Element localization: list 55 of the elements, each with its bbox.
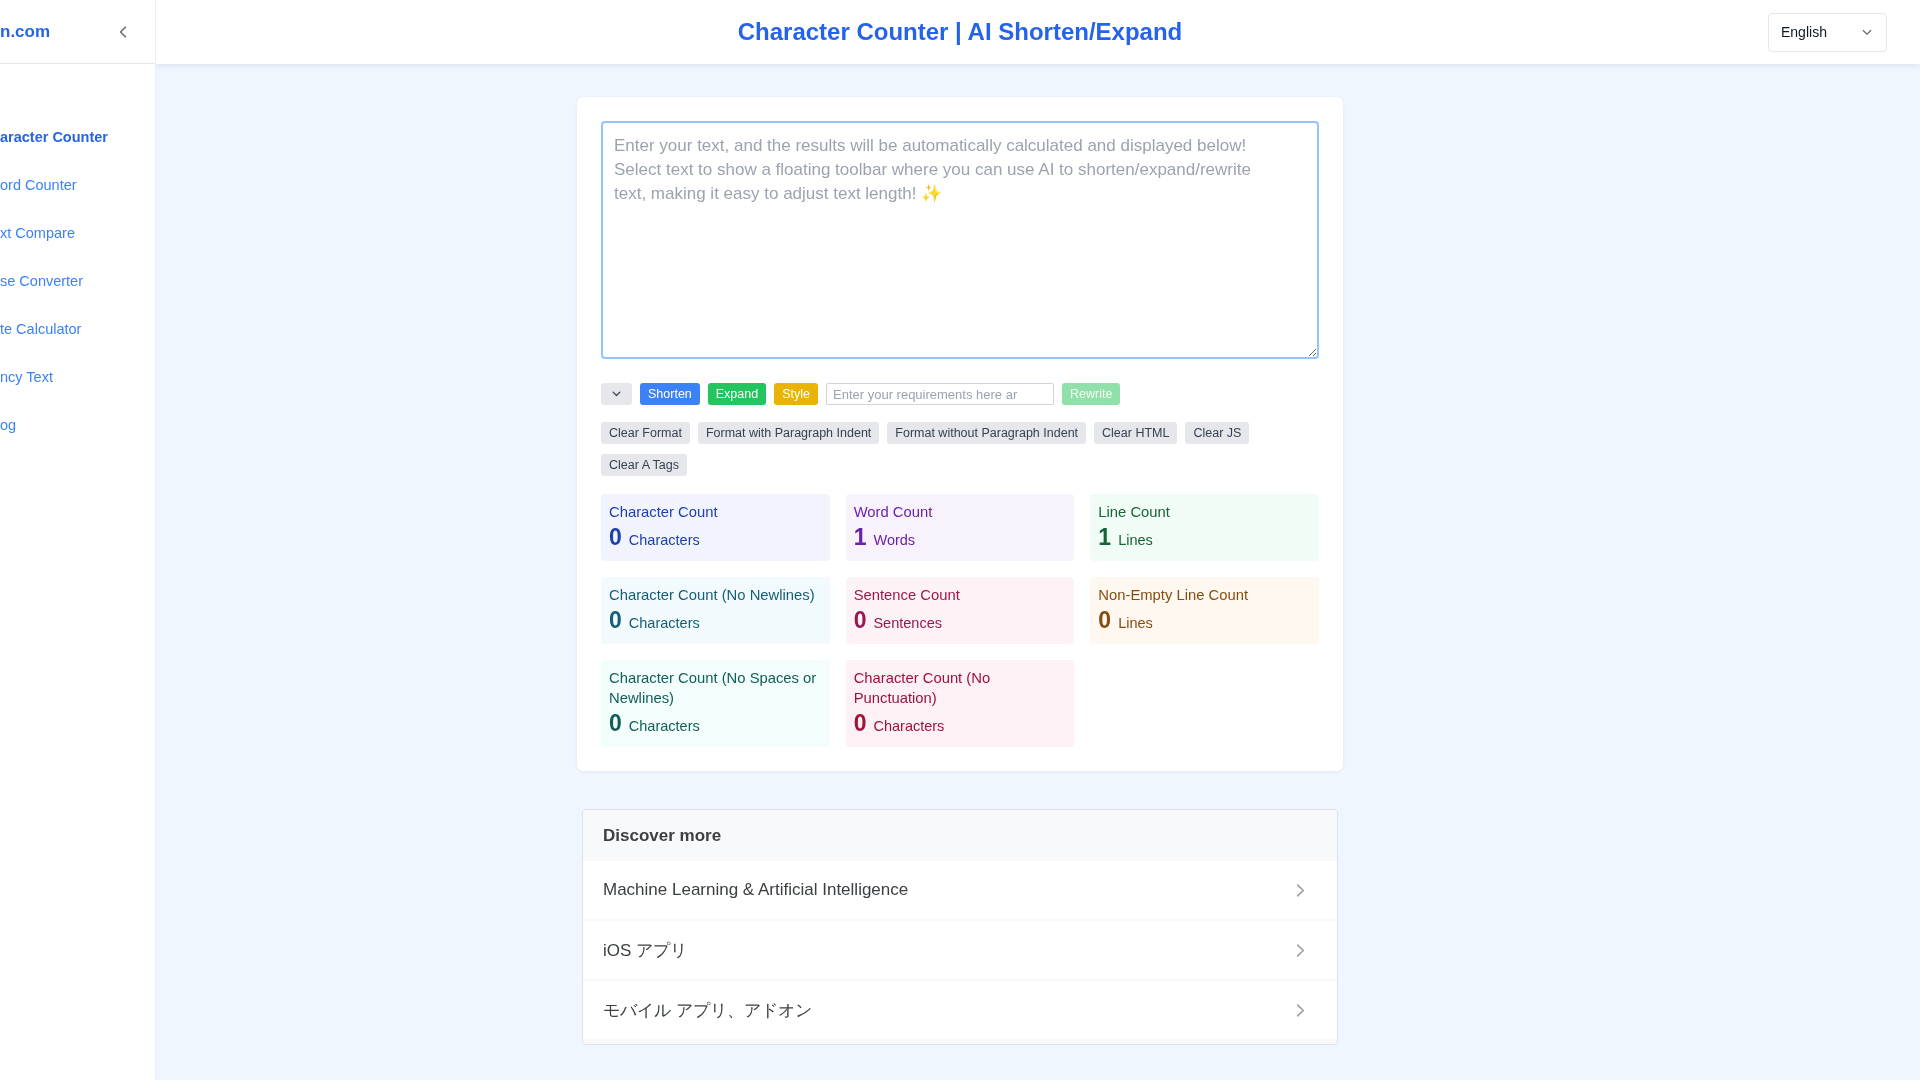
chevron-left-icon — [119, 25, 127, 38]
sidebar-item[interactable]: se Converter — [0, 257, 155, 305]
format-button[interactable]: Clear A Tags — [601, 454, 687, 476]
stat-unit: Sentences — [873, 614, 942, 633]
chevron-right-icon — [1296, 1002, 1305, 1018]
sidebar-item[interactable]: ord Counter — [0, 161, 155, 209]
stat-value: 0 — [609, 524, 622, 550]
stat-label: Sentence Count — [853, 586, 961, 605]
stat-label: Character Count (No Newlines) — [609, 586, 816, 605]
chevron-down-icon — [1862, 28, 1872, 36]
page-title: Character Counter | AI Shorten/Expand — [737, 18, 1183, 46]
stat-label: Non-Empty Line Count — [1098, 586, 1250, 605]
stat-label: Character Count (No Punctuation) — [853, 669, 992, 708]
stat-value: 0 — [609, 607, 622, 633]
format-button[interactable]: Clear JS — [1185, 422, 1250, 444]
section-heading: Discover more — [603, 825, 722, 846]
stat-unit: Lines — [1118, 531, 1153, 550]
chevron-right-icon — [1296, 942, 1305, 958]
collapse-sidebar-button[interactable] — [119, 25, 127, 38]
format-button[interactable]: Clear HTML — [1094, 422, 1178, 444]
sidebar-item[interactable]: te Calculator — [0, 305, 155, 353]
chevron-right-icon — [1296, 882, 1305, 898]
stat-unit: Words — [873, 531, 916, 550]
stat-value: 1 — [853, 524, 867, 550]
stat-value: 0 — [609, 710, 622, 736]
sidebar-item[interactable]: ncy Text — [0, 353, 155, 401]
stat-value: 1 — [1098, 524, 1112, 550]
site-logo[interactable]: n.com — [0, 21, 51, 42]
discover-link[interactable]: iOS アプリ — [583, 921, 1337, 979]
stat-unit: Characters — [628, 531, 700, 550]
stat-value: 0 — [1098, 607, 1112, 633]
sidebar-item[interactable]: og — [0, 401, 155, 449]
stat-label: Line Count — [1098, 503, 1171, 522]
format-button[interactable]: Format without Paragraph Indent — [887, 422, 1087, 444]
stat-value: 0 — [853, 710, 867, 736]
format-button[interactable]: Clear Format — [601, 422, 690, 444]
stat-label: Character Count — [609, 503, 719, 522]
sidebar-item[interactable]: aracter Counter — [0, 113, 155, 161]
format-button[interactable]: Format with Paragraph Indent — [697, 422, 880, 444]
stat-unit: Characters — [873, 717, 945, 736]
discover-link[interactable]: モバイル アプリ、アドオン — [583, 981, 1337, 1039]
requirements-input[interactable]: Enter your requirements here ar — [826, 383, 1054, 405]
sidebar-item[interactable]: xt Compare — [0, 209, 155, 257]
discover-link[interactable]: Machine Learning & Artificial Intelligence — [583, 861, 1337, 919]
stat-unit: Characters — [628, 717, 700, 736]
stat-value: 0 — [853, 607, 867, 633]
stat-unit: Lines — [1118, 614, 1153, 633]
stat-label: Character Count (No Spaces or Newlines) — [609, 669, 818, 708]
text-input[interactable]: Enter your text, and the results will be automatically calculated and displayed below! Select text to show a floating toolbar where you can use AI to shorten/expand/rewrite text, making it easy to adjust text length! ✨ — [601, 121, 1319, 359]
ai-action-button[interactable]: Shorten — [640, 383, 700, 405]
stat-unit: Characters — [628, 614, 700, 633]
stat-label: Word Count — [853, 503, 934, 522]
chevron-down-icon — [612, 391, 621, 397]
language-select[interactable]: English — [1768, 12, 1887, 52]
toggle-button[interactable] — [601, 383, 632, 405]
